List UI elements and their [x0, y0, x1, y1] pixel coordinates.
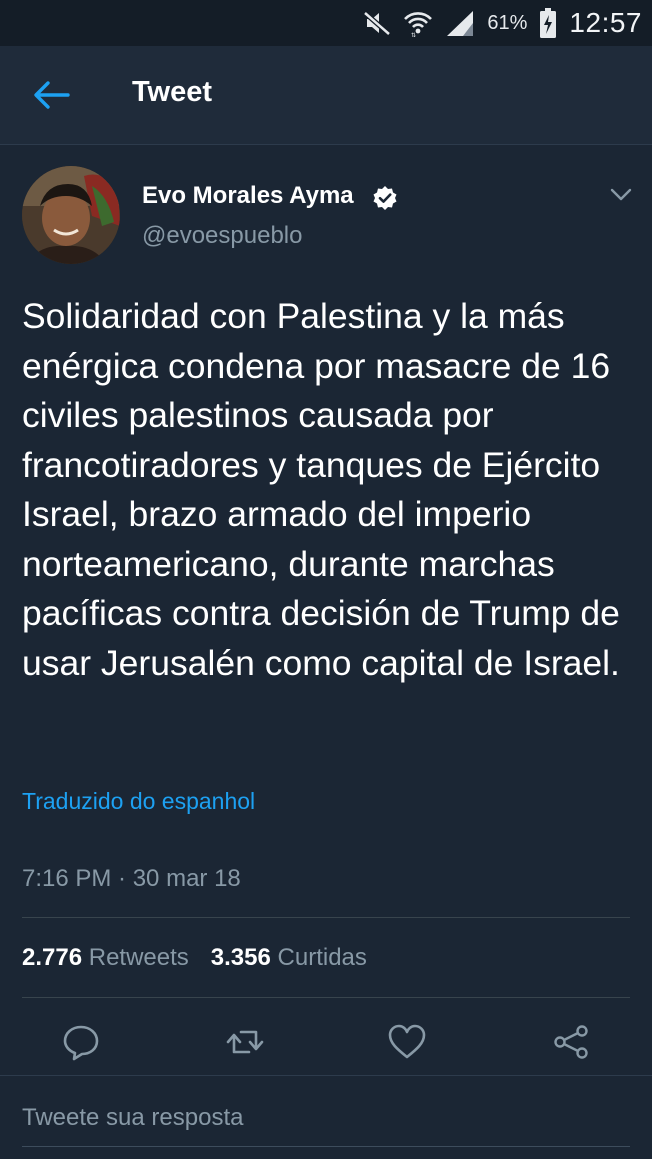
- likes-count: 3.356: [210, 944, 271, 971]
- mute-icon: [363, 11, 392, 36]
- status-bar: ⇅ 61% 12:57: [0, 0, 652, 46]
- tweet-text: Solidaridad con Palestina y la más enérg…: [22, 296, 620, 683]
- tweet-timestamp: 7:16 PM · 30 mar 18: [22, 865, 241, 892]
- verified-badge-icon: [373, 186, 397, 210]
- like-icon[interactable]: [387, 1022, 427, 1062]
- status-icons: ⇅ 61% 12:57: [363, 6, 642, 40]
- author-name[interactable]: Evo Morales Ayma: [142, 182, 354, 210]
- retweet-icon[interactable]: [225, 1022, 265, 1062]
- retweets-label: Retweets: [88, 944, 189, 971]
- chevron-down-icon[interactable]: [606, 182, 636, 206]
- clock: 12:57: [569, 7, 642, 38]
- translated-from-link[interactable]: Traduzido do espanhol: [22, 788, 255, 815]
- reply-input-underline: [22, 1146, 630, 1147]
- tweet-stats: 2.776 Retweets 3.356 Curtidas: [22, 944, 367, 972]
- battery-charging-icon: [540, 8, 557, 38]
- wifi-icon: ⇅: [404, 12, 433, 37]
- share-icon[interactable]: [551, 1022, 591, 1062]
- divider: [22, 997, 630, 998]
- signal-icon: [447, 11, 474, 36]
- reply-input[interactable]: [22, 1098, 622, 1138]
- avatar-image: [22, 166, 120, 264]
- back-arrow-icon[interactable]: [32, 79, 70, 111]
- retweets-count: 2.776: [22, 944, 83, 971]
- battery-percent: 61%: [487, 11, 528, 34]
- avatar[interactable]: [22, 166, 120, 264]
- app-bar: Tweet: [0, 46, 652, 145]
- reply-icon[interactable]: [61, 1022, 101, 1062]
- author-handle[interactable]: @evoespueblo: [142, 222, 302, 250]
- divider: [22, 917, 630, 918]
- retweets-stat[interactable]: 2.776 Retweets: [22, 944, 189, 971]
- likes-label: Curtidas: [277, 944, 367, 971]
- page-title: Tweet: [132, 76, 213, 108]
- svg-text:⇅: ⇅: [411, 32, 416, 37]
- likes-stat[interactable]: 3.356 Curtidas: [211, 944, 367, 971]
